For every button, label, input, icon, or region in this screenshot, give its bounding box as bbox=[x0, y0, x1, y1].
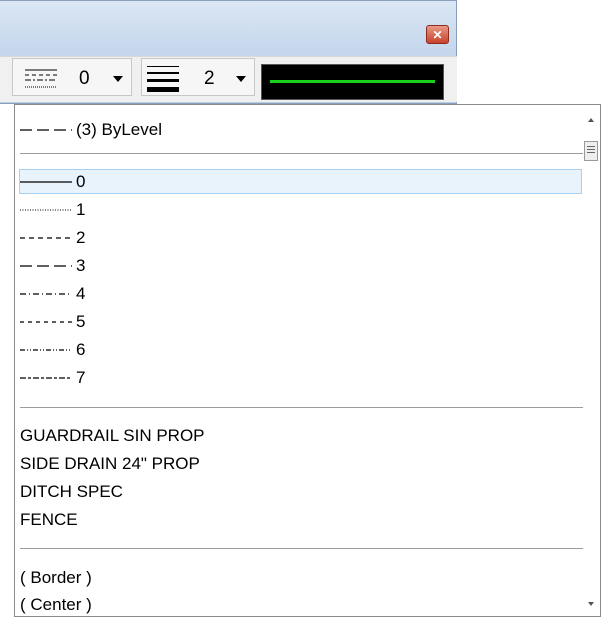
long-dash-line-icon bbox=[20, 264, 72, 267]
list-item-style-7[interactable]: 7 bbox=[20, 365, 583, 390]
list-item-style-4[interactable]: 4 bbox=[20, 281, 583, 306]
list-item-label: 3 bbox=[76, 255, 86, 275]
chevron-down-icon[interactable] bbox=[236, 76, 246, 82]
dash-line-icon bbox=[20, 376, 72, 379]
line-style-value: 0 bbox=[79, 68, 90, 89]
list-item-style-6[interactable]: 6 bbox=[20, 337, 583, 362]
vertical-scrollbar[interactable] bbox=[583, 105, 600, 616]
solid-line-icon bbox=[20, 180, 72, 183]
list-item-label: ( Border ) bbox=[20, 567, 92, 587]
close-icon[interactable]: ✕ bbox=[426, 25, 449, 44]
list-item-label: FENCE bbox=[20, 509, 78, 529]
line-weight-value: 2 bbox=[204, 68, 215, 89]
list-item-bylevel[interactable]: (3) ByLevel bbox=[20, 117, 583, 142]
list-item-label: 7 bbox=[76, 367, 86, 387]
list-item-label: 1 bbox=[76, 199, 86, 219]
list-item-custom[interactable]: SIDE DRAIN 24" PROP bbox=[20, 451, 583, 476]
divider bbox=[20, 548, 583, 549]
list-item-label: DITCH SPEC bbox=[20, 481, 123, 501]
line-color-preview bbox=[270, 80, 435, 83]
list-item-named[interactable]: ( Border ) bbox=[20, 565, 583, 590]
scrollbar-thumb[interactable] bbox=[584, 141, 598, 161]
list-item-label: (3) ByLevel bbox=[76, 119, 162, 139]
medium-dash-line-icon bbox=[20, 320, 72, 323]
line-style-list: (3) ByLevel 0 1 2 3 4 5 6 7 GUARDRAIL SI… bbox=[19, 105, 583, 617]
list-item-label: 2 bbox=[76, 227, 86, 247]
list-item-label: 4 bbox=[76, 283, 86, 303]
list-item-label: 6 bbox=[76, 339, 86, 359]
line-style-dropdown: (3) ByLevel 0 1 2 3 4 5 6 7 GUARDRAIL SI… bbox=[14, 104, 601, 617]
scroll-up-arrow-icon[interactable] bbox=[588, 118, 594, 122]
list-item-style-2[interactable]: 2 bbox=[20, 225, 583, 250]
dashed-line-icon bbox=[20, 128, 72, 131]
line-style-toolbar-window: ✕ 0 2 bbox=[0, 0, 457, 104]
line-color-picker[interactable] bbox=[261, 64, 444, 100]
list-item-label: SIDE DRAIN 24" PROP bbox=[20, 453, 200, 473]
dash-dot-line-icon bbox=[20, 292, 72, 295]
dotted-line-icon bbox=[20, 209, 72, 210]
list-item-named[interactable]: ( Center ) bbox=[20, 592, 583, 617]
list-item-custom[interactable]: GUARDRAIL SIN PROP bbox=[20, 423, 583, 448]
scroll-down-arrow-icon[interactable] bbox=[588, 602, 594, 606]
line-weight-picker[interactable]: 2 bbox=[141, 58, 255, 96]
list-item-label: 5 bbox=[76, 311, 86, 331]
divider bbox=[20, 153, 583, 154]
short-dash-line-icon bbox=[20, 236, 72, 239]
divider bbox=[20, 407, 583, 408]
list-item-custom[interactable]: FENCE bbox=[20, 507, 583, 532]
list-item-style-5[interactable]: 5 bbox=[20, 309, 583, 334]
list-item-style-1[interactable]: 1 bbox=[20, 197, 583, 222]
chevron-down-icon[interactable] bbox=[113, 76, 123, 82]
line-weight-icon bbox=[147, 66, 179, 92]
list-item-label: 0 bbox=[76, 171, 86, 191]
line-style-icon bbox=[25, 69, 57, 88]
list-item-style-0[interactable]: 0 bbox=[19, 169, 582, 194]
dash-dot-dot-line-icon bbox=[20, 348, 72, 351]
list-item-label: GUARDRAIL SIN PROP bbox=[20, 425, 205, 445]
line-style-picker[interactable]: 0 bbox=[12, 58, 132, 96]
attribute-toolbar: 0 2 bbox=[0, 56, 457, 102]
list-item-style-3[interactable]: 3 bbox=[20, 253, 583, 278]
list-item-label: ( Center ) bbox=[20, 594, 92, 614]
list-item-custom[interactable]: DITCH SPEC bbox=[20, 479, 583, 504]
